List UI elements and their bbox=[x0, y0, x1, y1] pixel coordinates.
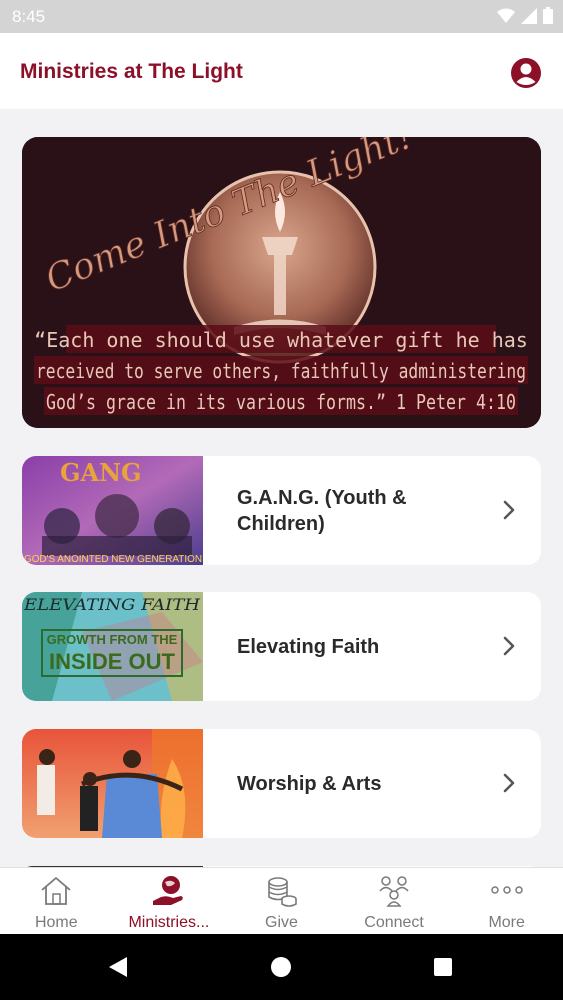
battery-icon bbox=[543, 7, 553, 24]
gang-thumbnail: GANG GOD'S ANOINTED NEW GENERATION bbox=[22, 456, 203, 565]
hero-quote-line-3: God’s grace in its various forms.” 1 Pet… bbox=[46, 390, 516, 414]
wifi-icon bbox=[497, 8, 515, 23]
tab-home[interactable]: Home bbox=[0, 868, 113, 934]
tab-label: Give bbox=[265, 914, 298, 931]
coins-icon bbox=[268, 877, 298, 907]
people-icon bbox=[379, 876, 409, 907]
elevating-thumb-title: ELEVATING FAITH bbox=[23, 595, 201, 614]
page-title: Ministries at The Light bbox=[20, 60, 243, 83]
profile-icon[interactable] bbox=[510, 57, 542, 89]
ministry-label: Worship & Arts bbox=[237, 772, 382, 795]
signal-icon bbox=[521, 7, 537, 24]
tab-ministries[interactable]: Ministries... bbox=[113, 868, 226, 934]
overview-icon[interactable] bbox=[433, 957, 453, 977]
ministry-card-worship-arts[interactable]: Worship & Arts bbox=[22, 729, 541, 838]
tab-connect[interactable]: Connect bbox=[338, 868, 451, 934]
home-icon bbox=[41, 877, 71, 905]
tab-label: Connect bbox=[364, 914, 424, 931]
gang-thumb-caption: GOD'S ANOINTED NEW GENERATION bbox=[24, 554, 202, 565]
worship-arts-thumbnail bbox=[22, 729, 203, 838]
app-bar: Ministries at The Light bbox=[0, 33, 563, 109]
status-bar: 8:45 bbox=[0, 0, 563, 33]
hero-quote-line-1: “Each one should use whatever gift he ha… bbox=[34, 328, 528, 352]
hero-artwork: Come Into The Light! “Each one should us… bbox=[22, 137, 541, 428]
hero-quote-line-2: received to serve others, faithfully adm… bbox=[36, 359, 526, 383]
chevron-right-icon bbox=[503, 773, 515, 793]
tab-give[interactable]: Give bbox=[225, 868, 338, 934]
hero-banner: Come Into The Light! “Each one should us… bbox=[22, 137, 541, 428]
home-circle-icon[interactable] bbox=[271, 957, 291, 977]
status-time: 8:45 bbox=[12, 7, 46, 26]
chevron-right-icon bbox=[503, 636, 515, 656]
ministry-card-elevating-faith[interactable]: ELEVATING FAITH GROWTH FROM THE INSIDE O… bbox=[22, 592, 541, 701]
back-icon[interactable] bbox=[107, 956, 129, 978]
system-nav-bar bbox=[0, 934, 563, 1000]
gang-thumb-title: GANG bbox=[60, 458, 142, 487]
more-dots-icon bbox=[490, 886, 523, 894]
ministry-card-gang[interactable]: GANG GOD'S ANOINTED NEW GENERATION G.A.N… bbox=[22, 456, 541, 565]
ministry-label: Elevating Faith bbox=[237, 635, 380, 658]
chevron-right-icon bbox=[503, 500, 515, 520]
bottom-tab-bar: Home Ministries... Give Connect More bbox=[0, 867, 563, 934]
status-icons bbox=[497, 7, 553, 24]
tab-label: Ministries... bbox=[128, 914, 210, 931]
ministry-label: G.A.N.G. (Youth & Children) bbox=[237, 486, 407, 535]
elevating-thumb-sub1: GROWTH FROM THE bbox=[47, 632, 178, 647]
ministries-list[interactable]: Come Into The Light! “Each one should us… bbox=[0, 109, 563, 867]
tab-more[interactable]: More bbox=[450, 868, 563, 934]
ministries-icon bbox=[152, 876, 183, 905]
tab-label: Home bbox=[34, 914, 78, 931]
elevating-thumb-sub2: INSIDE OUT bbox=[49, 649, 175, 674]
tab-label: More bbox=[488, 914, 525, 931]
elevating-faith-thumbnail: ELEVATING FAITH GROWTH FROM THE INSIDE O… bbox=[22, 592, 203, 701]
